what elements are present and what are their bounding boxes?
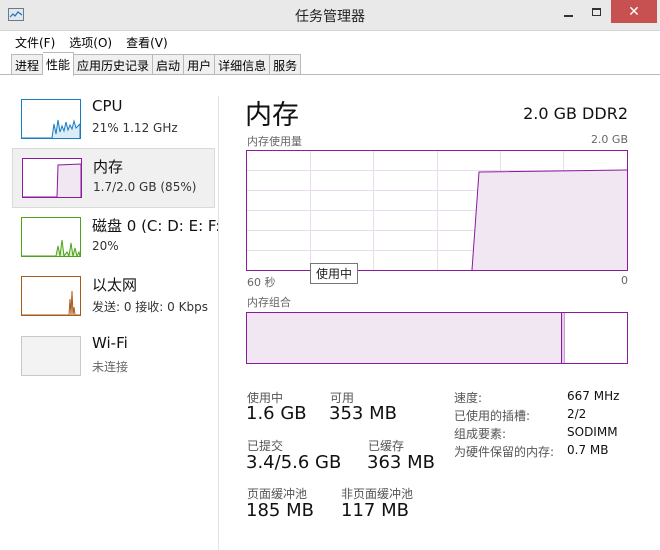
menu-options[interactable]: 选项(O) [62,31,119,52]
sidebar-item-title: Wi-Fi [92,334,128,352]
cached-value: 363 MB [367,452,435,473]
composition-modified [562,313,564,363]
composition-label: 内存组合 [247,296,291,309]
title-bar: 任务管理器 ✕ [0,0,660,31]
menu-view[interactable]: 查看(V) [119,31,175,52]
tab-app-history[interactable]: 应用历史记录 [74,54,154,75]
committed-value: 3.4/5.6 GB [246,452,342,473]
tab-startup[interactable]: 启动 [153,54,185,75]
sidebar-item-title: 磁盘 0 (C: D: E: F: [92,217,221,235]
memory-spec: 2.0 GB DDR2 [523,104,628,123]
close-icon: ✕ [628,3,640,20]
tab-details[interactable]: 详细信息 [215,54,271,75]
tab-performance[interactable]: 性能 [43,52,75,76]
minimize-icon [564,14,573,17]
maximize-icon [592,7,601,16]
spec-speed-label: 速度: [454,391,483,405]
available-value: 353 MB [329,403,397,424]
tab-users[interactable]: 用户 [184,54,216,75]
composition-in-use [247,313,561,363]
nonpaged-pool-value: 117 MB [341,500,409,521]
resource-sidebar: CPU 21% 1.12 GHz 内存 1.7/2.0 GB (85%) 磁盘 … [0,76,222,550]
sidebar-item-cpu[interactable]: CPU 21% 1.12 GHz [12,90,215,150]
sidebar-item-memory[interactable]: 内存 1.7/2.0 GB (85%) [12,148,215,208]
spec-reserved-value: 0.7 MB [567,443,609,457]
sidebar-item-ethernet[interactable]: 以太网 发送: 0 接收: 0 Kbps [12,267,215,327]
tab-bar: 进程 性能 应用历史记录 启动 用户 详细信息 服务 [0,52,660,76]
in-use-value: 1.6 GB [246,403,307,424]
cpu-thumbnail [21,99,81,139]
spec-form-factor-label: 组成要素: [454,427,507,441]
usage-graph-max: 2.0 GB [590,133,628,146]
spec-slots-label: 已使用的插槽: [454,409,531,423]
sidebar-item-subtitle: 1.7/2.0 GB (85%) [93,180,197,194]
menu-bar: 文件(F) 选项(O) 查看(V) [0,31,660,52]
time-end-label: 0 [621,274,628,287]
sidebar-item-subtitle: 20% [92,239,119,253]
memory-thumbnail [22,158,82,198]
page-title: 内存 [245,100,299,131]
close-button[interactable]: ✕ [611,0,657,23]
memory-usage-graph [246,150,628,271]
disk-thumbnail [21,217,81,257]
time-start-label: 60 秒 [247,276,276,289]
menu-file[interactable]: 文件(F) [8,31,62,52]
maximize-button[interactable] [583,0,610,23]
wifi-thumbnail [21,336,81,376]
sidebar-item-title: CPU [92,97,123,115]
paged-pool-value: 185 MB [246,500,314,521]
spec-slots-value: 2/2 [567,407,587,421]
sidebar-item-subtitle: 21% 1.12 GHz [92,121,178,135]
usage-area [472,170,627,270]
spec-speed-value: 667 MHz [567,389,620,403]
usage-tooltip: 使用中 [310,263,359,284]
tab-processes[interactable]: 进程 [11,54,44,75]
memory-composition-bar [246,312,628,364]
minimize-button[interactable] [555,0,582,23]
tab-services[interactable]: 服务 [270,54,302,75]
usage-graph-label: 内存使用量 [247,135,302,148]
spec-form-factor-value: SODIMM [567,425,618,439]
ethernet-thumbnail [21,276,81,316]
sidebar-item-subtitle: 发送: 0 接收: 0 Kbps [92,300,208,314]
spec-reserved-label: 为硬件保留的内存: [454,445,555,459]
sidebar-item-disk[interactable]: 磁盘 0 (C: D: E: F: 20% [12,208,220,268]
sidebar-item-wifi[interactable]: Wi-Fi 未连接 [12,327,215,387]
sidebar-item-subtitle: 未连接 [92,360,129,374]
sidebar-item-title: 内存 [93,158,124,176]
sidebar-item-title: 以太网 [92,276,138,294]
